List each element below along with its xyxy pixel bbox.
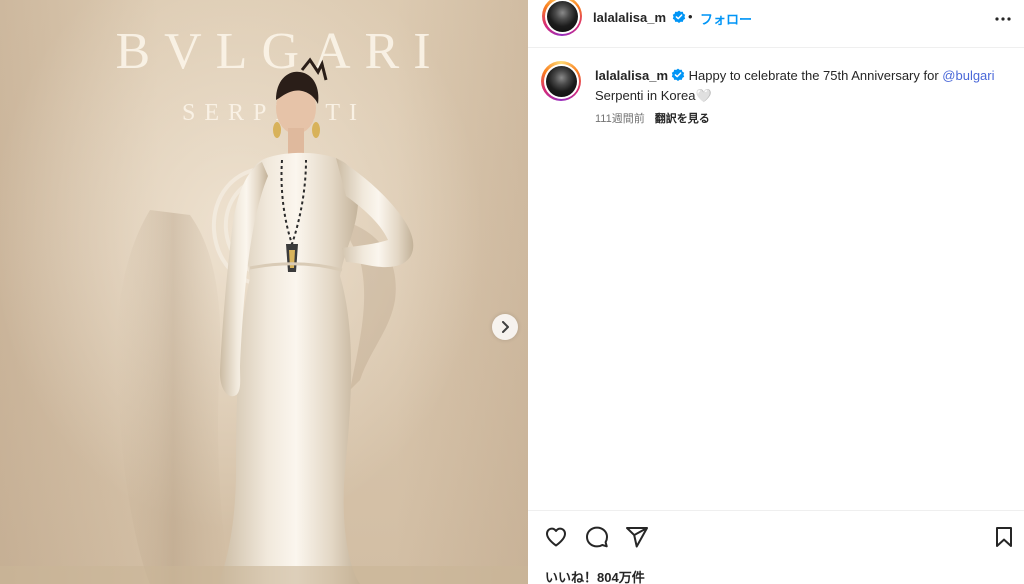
caption-username[interactable]: lalalalisa_m	[595, 68, 668, 83]
post-timestamp[interactable]: 111週間前	[595, 113, 645, 125]
comment-bubble-icon[interactable]	[585, 525, 609, 549]
white-heart-emoji: 🤍	[695, 88, 712, 103]
follow-button[interactable]: フォロー	[700, 9, 752, 28]
caption-text-end: Serpenti in Korea	[595, 88, 696, 103]
author-username[interactable]: lalalalisa_m	[593, 10, 666, 25]
next-image-button[interactable]	[492, 314, 518, 340]
post-sidebar: lalalalisa_m • フォロー lalalalisa_m Happy t…	[528, 0, 1024, 584]
action-bar: いいね！804万件	[528, 510, 1024, 584]
caption-author-avatar[interactable]	[541, 61, 581, 101]
caption-text-start: Happy to celebrate the 75th Anniversary …	[688, 68, 943, 83]
author-avatar[interactable]	[542, 0, 582, 36]
see-translation-button[interactable]: 翻訳を見る	[655, 113, 710, 125]
paper-plane-icon[interactable]	[625, 525, 649, 549]
post-image[interactable]: BVLGARI SERPENTI	[0, 0, 528, 584]
separator-dot: •	[688, 9, 693, 24]
mention-link[interactable]: @bulgari	[942, 68, 994, 83]
chevron-right-icon	[502, 321, 509, 333]
more-horizontal-icon[interactable]	[993, 9, 1013, 29]
bookmark-icon[interactable]	[992, 525, 1016, 549]
verified-badge-icon	[671, 68, 685, 81]
post-header: lalalalisa_m • フォロー	[528, 0, 1024, 48]
model-figure-illustration	[0, 57, 528, 584]
caption-text: lalalalisa_m Happy to celebrate the 75th…	[595, 66, 995, 106]
verified-badge-icon	[672, 10, 686, 23]
avatar-photo	[545, 65, 577, 97]
caption-meta: 111週間前 翻訳を見る	[595, 110, 710, 126]
heart-icon[interactable]	[544, 525, 568, 549]
likes-count[interactable]: いいね！804万件	[545, 567, 645, 584]
avatar-photo	[546, 0, 578, 32]
